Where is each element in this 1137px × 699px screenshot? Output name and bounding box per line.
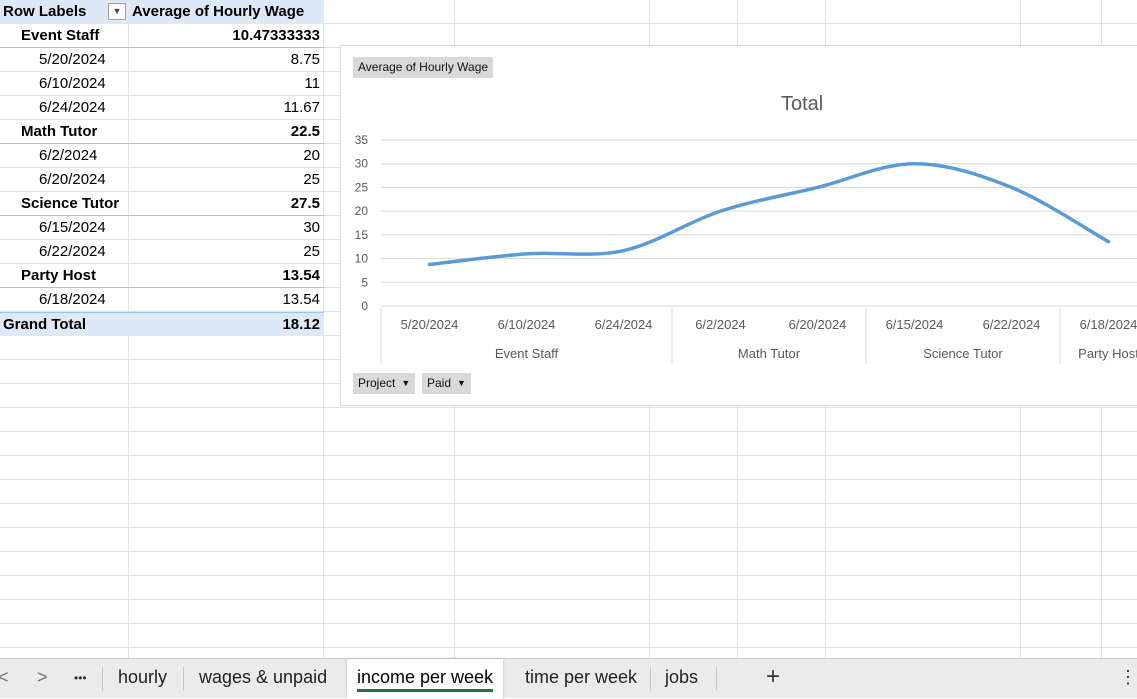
pivot-item-row[interactable]: 6/18/2024 13.54 (0, 288, 324, 312)
pivot-item-row[interactable]: 6/24/2024 11.67 (0, 96, 324, 120)
grand-total-label: Grand Total (3, 313, 86, 337)
item-value: 11 (304, 72, 320, 96)
dropdown-arrow-icon: ▼ (401, 373, 410, 394)
x-tick-label: 6/20/2024 (789, 317, 847, 332)
grand-total-value: 18.12 (282, 313, 320, 337)
scroll-tabs-right-icon[interactable]: > (37, 667, 48, 688)
x-tick-label: 6/24/2024 (595, 317, 653, 332)
more-tabs-icon[interactable]: ••• (74, 671, 87, 685)
y-tick-label: 5 (361, 275, 368, 289)
item-label: 6/10/2024 (39, 72, 106, 96)
pivot-item-row[interactable]: 6/15/2024 30 (0, 216, 324, 240)
item-value: 8.75 (291, 48, 320, 72)
tab-divider (183, 667, 184, 691)
item-value: 13.54 (282, 288, 320, 312)
pivot-item-row[interactable]: 6/22/2024 25 (0, 240, 324, 264)
y-tick-label: 35 (355, 133, 369, 147)
chart-plot: 0 5 10 15 20 25 30 35 5/20/2024 6/10/2024 6/24/202… (341, 46, 1137, 407)
y-tick-label: 0 (361, 299, 368, 313)
row-labels-header[interactable]: Row Labels (3, 0, 86, 24)
scroll-tabs-left-icon[interactable]: < (0, 667, 9, 688)
item-value: 25 (303, 168, 320, 192)
sheet-options-icon[interactable]: ⋮ (1119, 667, 1137, 688)
item-label: 5/20/2024 (39, 48, 106, 72)
group-label: Math Tutor (21, 120, 97, 144)
pivot-item-row[interactable]: 5/20/2024 8.75 (0, 48, 324, 72)
item-label: 6/24/2024 (39, 96, 106, 120)
sheet-tab-bar: < > ••• hourly wages & unpaid income per… (0, 658, 1137, 698)
item-label: 6/20/2024 (39, 168, 106, 192)
tab-wages-unpaid[interactable]: wages & unpaid (199, 667, 327, 688)
chart-title: Total (781, 93, 823, 116)
y-tick-label: 20 (355, 204, 369, 218)
group-label: Science Tutor (21, 192, 119, 216)
item-label: 6/2/2024 (39, 144, 97, 168)
pivot-group-row[interactable]: Event Staff 10.47333333 (0, 24, 324, 48)
group-label: Party Host (21, 264, 96, 288)
group-value: 10.47333333 (232, 24, 320, 48)
pivot-chart[interactable]: 0 5 10 15 20 25 30 35 5/20/2024 6/10/2024 6/24/202… (340, 45, 1137, 406)
pivot-grand-total-row[interactable]: Grand Total 18.12 (0, 312, 324, 336)
paid-filter-label: Paid (427, 376, 451, 390)
project-filter-button[interactable]: Project ▼ (353, 373, 416, 394)
pivot-header-row: Row Labels ▼ Average of Hourly Wage (0, 0, 324, 24)
tab-divider (102, 667, 103, 691)
x-tick-label: 5/20/2024 (401, 317, 459, 332)
group-value: 27.5 (291, 192, 320, 216)
dropdown-arrow-icon: ▼ (457, 373, 466, 394)
row-labels-filter-dropdown[interactable]: ▼ (108, 3, 126, 20)
active-tab-underline (357, 689, 493, 692)
x-tick-label: 6/22/2024 (983, 317, 1041, 332)
item-value: 11.67 (284, 96, 320, 120)
tab-hourly[interactable]: hourly (118, 667, 167, 688)
group-value: 13.54 (282, 264, 320, 288)
category-group-label: Party Host (1078, 346, 1137, 361)
category-group-label: Math Tutor (738, 346, 801, 361)
tab-divider (650, 667, 651, 691)
y-tick-label: 30 (355, 157, 369, 171)
group-value: 22.5 (291, 120, 320, 144)
x-tick-label: 6/15/2024 (886, 317, 944, 332)
y-tick-label: 15 (355, 228, 369, 242)
x-tick-label: 6/18/2024 (1080, 317, 1137, 332)
value-field-button[interactable]: Average of Hourly Wage (353, 57, 494, 78)
paid-filter-button[interactable]: Paid ▼ (422, 373, 472, 394)
project-filter-label: Project (358, 376, 395, 390)
y-tick-label: 10 (355, 252, 369, 266)
item-label: 6/15/2024 (39, 216, 106, 240)
series-line (430, 164, 1109, 265)
tab-income-per-week-label: income per week (357, 667, 493, 687)
tab-income-per-week[interactable]: income per week (347, 659, 503, 699)
tab-jobs[interactable]: jobs (665, 667, 698, 688)
x-tick-label: 6/10/2024 (498, 317, 556, 332)
group-label: Event Staff (21, 24, 99, 48)
pivot-item-row[interactable]: 6/20/2024 25 (0, 168, 324, 192)
pivot-group-row[interactable]: Party Host 13.54 (0, 264, 324, 288)
item-value: 20 (303, 144, 320, 168)
item-label: 6/22/2024 (39, 240, 106, 264)
x-tick-label: 6/2/2024 (695, 317, 746, 332)
pivot-group-row[interactable]: Science Tutor 27.5 (0, 192, 324, 216)
category-group-label: Event Staff (495, 346, 559, 361)
tab-time-per-week[interactable]: time per week (525, 667, 637, 688)
category-group-label: Science Tutor (923, 346, 1003, 361)
add-sheet-icon[interactable]: + (766, 663, 780, 691)
y-tick-label: 25 (355, 180, 369, 194)
item-value: 25 (303, 240, 320, 264)
value-field-header[interactable]: Average of Hourly Wage (132, 0, 304, 24)
value-field-button-label: Average of Hourly Wage (358, 60, 488, 74)
item-value: 30 (303, 216, 320, 240)
pivot-group-row[interactable]: Math Tutor 22.5 (0, 120, 324, 144)
pivot-item-row[interactable]: 6/2/2024 20 (0, 144, 324, 168)
item-label: 6/18/2024 (39, 288, 106, 312)
tab-divider (716, 667, 717, 691)
pivot-item-row[interactable]: 6/10/2024 11 (0, 72, 324, 96)
